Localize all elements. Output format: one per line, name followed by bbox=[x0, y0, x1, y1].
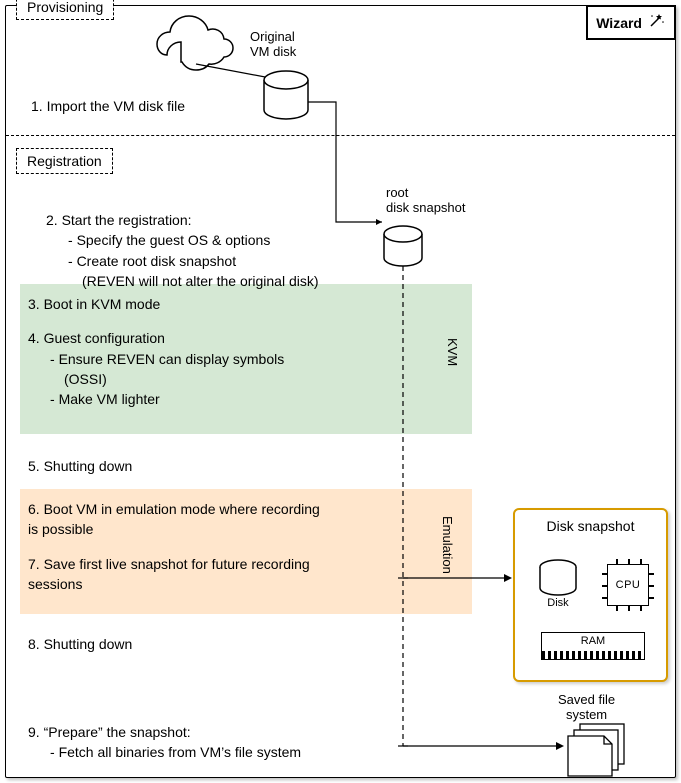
step-4b: Make VM lighter bbox=[50, 389, 408, 409]
step-6: 6. Boot VM in emulation mode where recor… bbox=[28, 499, 328, 540]
saved-fs-icon bbox=[568, 724, 624, 776]
cpu-label: CPU bbox=[616, 579, 641, 591]
step-5: 5. Shutting down bbox=[28, 456, 132, 476]
disk-icon: Disk bbox=[533, 558, 583, 608]
kvm-mode-label: KVM bbox=[445, 338, 460, 366]
step-2b: Create root disk snapshot bbox=[68, 251, 376, 271]
step-1: 1. Import the VM disk file bbox=[31, 96, 185, 116]
original-disk-cylinder bbox=[264, 71, 308, 119]
step-2: 2. Start the registration: bbox=[46, 210, 376, 230]
root-snapshot-cylinder bbox=[384, 226, 422, 266]
provisioning-label: Provisioning bbox=[16, 0, 114, 20]
wizard-label: Wizard bbox=[596, 15, 642, 31]
section-divider bbox=[6, 135, 675, 136]
step-2a: Specify the guest OS & options bbox=[68, 230, 376, 250]
saved-fs-label: Saved file system bbox=[558, 692, 615, 722]
step-9a: Fetch all binaries from VM’s file system bbox=[50, 742, 358, 762]
ram-label: RAM bbox=[581, 635, 605, 647]
disk-snapshot-box: Disk snapshot Disk CPU RAM bbox=[513, 508, 668, 682]
root-snapshot-label: root disk snapshot bbox=[386, 185, 466, 215]
step-4: 4. Guest configuration bbox=[28, 328, 408, 348]
original-disk-label: Original VM disk bbox=[250, 29, 296, 59]
step-2b-note: (REVEN will not alter the original disk) bbox=[82, 271, 376, 291]
step-8: 8. Shutting down bbox=[28, 634, 132, 654]
cloud-icon bbox=[157, 16, 233, 70]
emulation-mode-label: Emulation bbox=[440, 516, 455, 574]
svg-text:Disk: Disk bbox=[547, 597, 569, 609]
step-4a: Ensure REVEN can display symbols (OSSI) bbox=[50, 349, 330, 390]
step-3: 3. Boot in KVM mode bbox=[28, 294, 408, 314]
wand-icon bbox=[648, 11, 666, 34]
wizard-badge: Wizard bbox=[586, 5, 676, 40]
step-9: 9. “Prepare” the snapshot: bbox=[28, 722, 358, 742]
disk-snapshot-title: Disk snapshot bbox=[515, 518, 666, 534]
arrow-to-saved-fs bbox=[398, 742, 564, 750]
registration-label: Registration bbox=[16, 148, 113, 174]
step-7: 7. Save first live snapshot for future r… bbox=[28, 554, 328, 595]
cpu-icon: CPU bbox=[607, 564, 649, 606]
ram-icon: RAM bbox=[541, 632, 645, 660]
